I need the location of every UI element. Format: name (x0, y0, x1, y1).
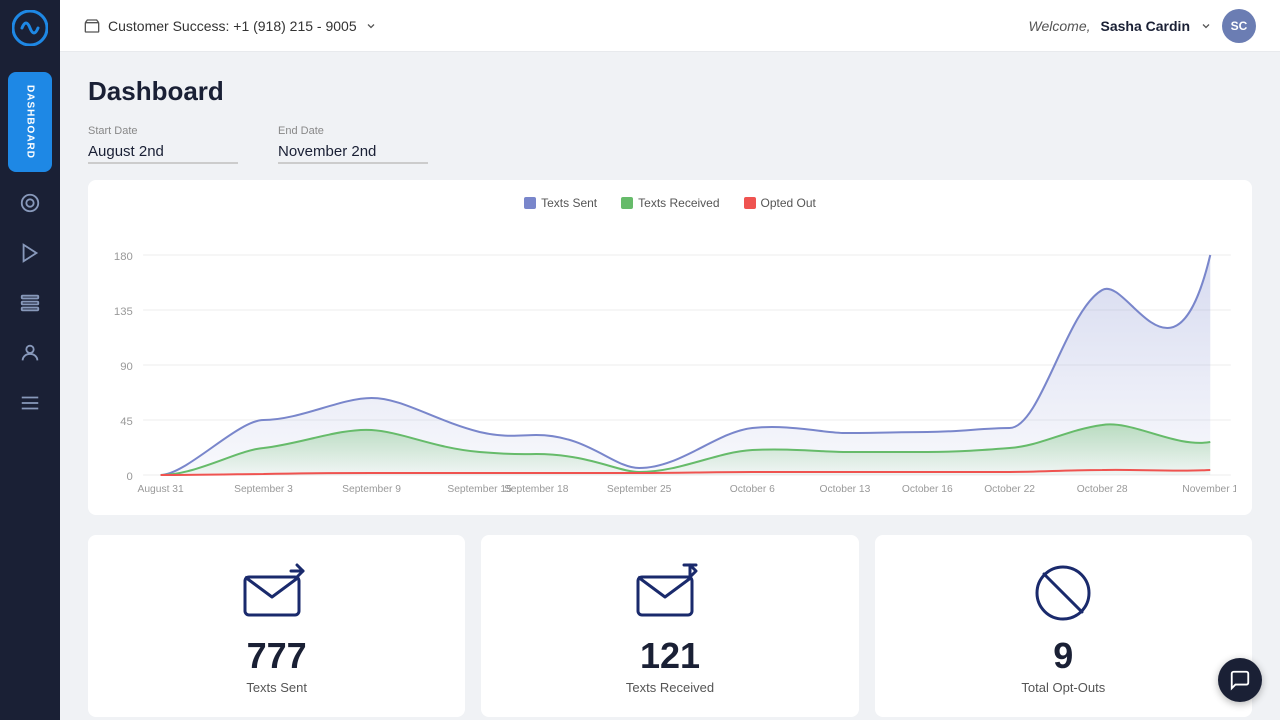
x-label-sep25: September 25 (607, 484, 672, 495)
avatar[interactable]: SC (1222, 9, 1256, 43)
optout-icon (1027, 563, 1099, 628)
stat-card-sent: 777 Texts Sent (88, 535, 465, 717)
x-label-oct13: October 13 (820, 484, 871, 495)
end-date-label: End Date (278, 125, 428, 137)
sidebar: Dashboard (0, 0, 60, 720)
y-label-180: 180 (114, 251, 133, 263)
stat-number-received: 121 (640, 638, 700, 674)
y-label-0: 0 (127, 471, 133, 483)
welcome-text: Welcome, (1029, 18, 1091, 34)
legend-received-dot (621, 197, 633, 209)
y-label-90: 90 (120, 361, 133, 373)
sidebar-item-dashboard[interactable]: Dashboard (8, 72, 52, 172)
stat-card-optouts: 9 Total Opt-Outs (875, 535, 1252, 717)
end-date-field: End Date (278, 125, 428, 164)
received-icon (634, 563, 706, 628)
user-name: Sasha Cardin (1101, 18, 1190, 34)
x-label-oct22: October 22 (984, 484, 1035, 495)
header-right: Welcome, Sasha Cardin SC (1029, 9, 1256, 43)
sidebar-item-sequences[interactable] (8, 281, 52, 325)
start-date-field: Start Date (88, 125, 238, 164)
header-left: Customer Success: +1 (918) 215 - 9005 (84, 18, 377, 34)
content-area: Dashboard Start Date End Date Texts Sent (60, 52, 1280, 720)
sidebar-item-contacts[interactable] (8, 331, 52, 375)
legend-received-label: Texts Received (638, 196, 719, 210)
sidebar-item-inbox[interactable] (8, 181, 52, 225)
stat-number-sent: 777 (247, 638, 307, 674)
start-date-input[interactable] (88, 141, 238, 164)
user-chevron-icon (1200, 20, 1212, 32)
stat-label-optouts: Total Opt-Outs (1021, 680, 1105, 695)
stat-number-optouts: 9 (1053, 638, 1073, 674)
legend-received: Texts Received (621, 196, 719, 210)
header: Customer Success: +1 (918) 215 - 9005 We… (60, 0, 1280, 52)
legend-sent: Texts Sent (524, 196, 597, 210)
legend-optout-dot (744, 197, 756, 209)
logo[interactable] (12, 10, 48, 51)
x-label-oct16: October 16 (902, 484, 953, 495)
chat-bubble[interactable] (1218, 658, 1262, 702)
start-date-label: Start Date (88, 125, 238, 137)
page-title: Dashboard (88, 76, 1252, 107)
legend-sent-dot (524, 197, 536, 209)
legend-optout-label: Opted Out (761, 196, 816, 210)
x-label-nov1: November 1 (1182, 484, 1236, 495)
legend-optout: Opted Out (744, 196, 816, 210)
sidebar-item-more[interactable] (8, 381, 52, 425)
line-chart: 0 45 90 135 180 (104, 220, 1236, 500)
stats-row: 777 Texts Sent 121 Texts Received (88, 535, 1252, 717)
chart-legend: Texts Sent Texts Received Opted Out (104, 196, 1236, 210)
customer-success-label: Customer Success: +1 (918) 215 - 9005 (108, 18, 357, 34)
y-label-135: 135 (114, 306, 133, 318)
y-label-45: 45 (120, 416, 133, 428)
legend-sent-label: Texts Sent (541, 196, 597, 210)
chart-container: Texts Sent Texts Received Opted Out 0 45… (88, 180, 1252, 515)
dashboard-label: Dashboard (25, 85, 36, 159)
stat-label-sent: Texts Sent (246, 680, 307, 695)
x-label-sep15: September 15 (447, 484, 512, 495)
sidebar-item-campaigns[interactable] (8, 231, 52, 275)
end-date-input[interactable] (278, 141, 428, 164)
chevron-down-icon (365, 20, 377, 32)
x-label-sep18: September 18 (504, 484, 569, 495)
x-label-sep3: September 3 (234, 484, 293, 495)
main-content: Customer Success: +1 (918) 215 - 9005 We… (60, 0, 1280, 720)
stat-label-received: Texts Received (626, 680, 714, 695)
x-label-oct6: October 6 (730, 484, 775, 495)
chat-icon (1229, 669, 1251, 691)
x-label-sep9: September 9 (342, 484, 401, 495)
x-label-aug31: August 31 (137, 484, 184, 495)
stat-card-received: 121 Texts Received (481, 535, 858, 717)
x-label-oct28: October 28 (1077, 484, 1128, 495)
sent-icon (241, 563, 313, 628)
store-icon (84, 18, 100, 34)
date-filters: Start Date End Date (88, 125, 1252, 164)
